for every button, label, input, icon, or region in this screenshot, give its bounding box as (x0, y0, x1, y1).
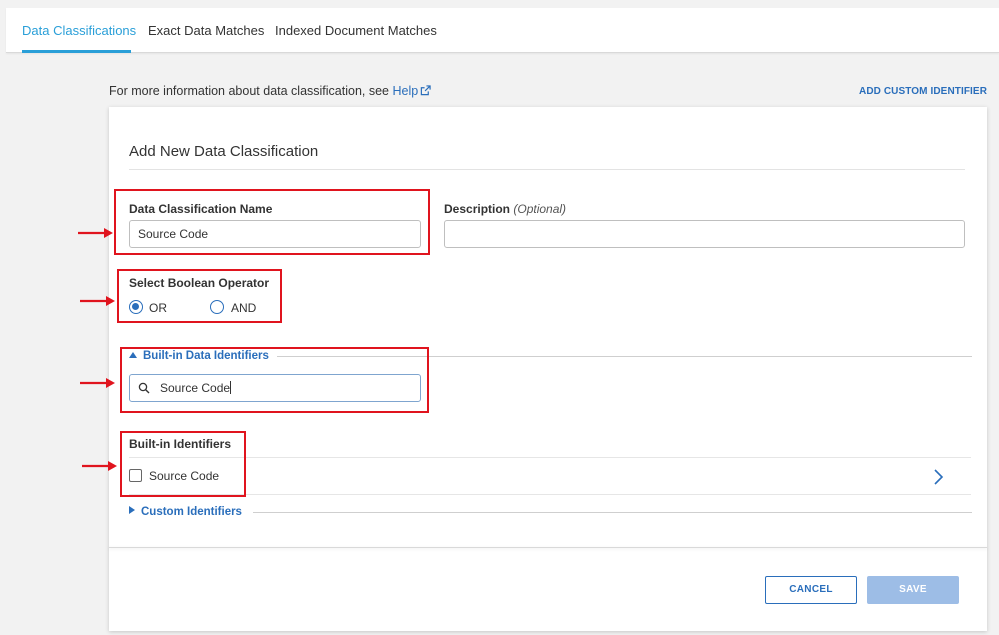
add-custom-identifier-link[interactable]: ADD CUSTOM IDENTIFIER (859, 86, 987, 97)
annotation-box-name (114, 189, 430, 255)
list-bottom-divider (129, 494, 971, 495)
save-button[interactable]: SAVE (867, 576, 959, 604)
expand-triangle-icon (129, 506, 135, 514)
chevron-right-icon[interactable] (931, 467, 945, 487)
annotation-box-search (120, 347, 429, 413)
annotation-arrow-icon (80, 378, 115, 388)
info-text: For more information about data classifi… (109, 84, 431, 98)
custom-identifiers-toggle[interactable]: Custom Identifiers (129, 506, 242, 518)
footer-divider (109, 547, 987, 548)
annotation-arrow-icon (82, 461, 117, 471)
list-top-divider (129, 457, 971, 458)
external-link-icon[interactable] (420, 85, 431, 96)
card-title: Add New Data Classification (129, 143, 319, 160)
tab-bar: Data Classifications Exact Data Matches … (6, 8, 999, 53)
tab-indexed-document-matches[interactable]: Indexed Document Matches (275, 23, 437, 38)
tab-data-classifications[interactable]: Data Classifications (22, 23, 136, 38)
help-link[interactable]: Help (392, 84, 418, 98)
annotation-box-boolean (117, 269, 282, 323)
title-divider (129, 169, 965, 170)
annotation-box-identifier (120, 431, 246, 497)
cancel-button[interactable]: CANCEL (765, 576, 857, 604)
active-tab-underline (22, 50, 131, 53)
annotation-arrow-icon (78, 228, 113, 238)
optional-hint: (Optional) (513, 202, 567, 216)
description-label: Description (Optional) (444, 202, 567, 216)
tab-exact-data-matches[interactable]: Exact Data Matches (148, 23, 264, 38)
description-input[interactable] (444, 220, 965, 248)
annotation-arrow-icon (80, 296, 115, 306)
custom-section-divider (253, 512, 972, 513)
